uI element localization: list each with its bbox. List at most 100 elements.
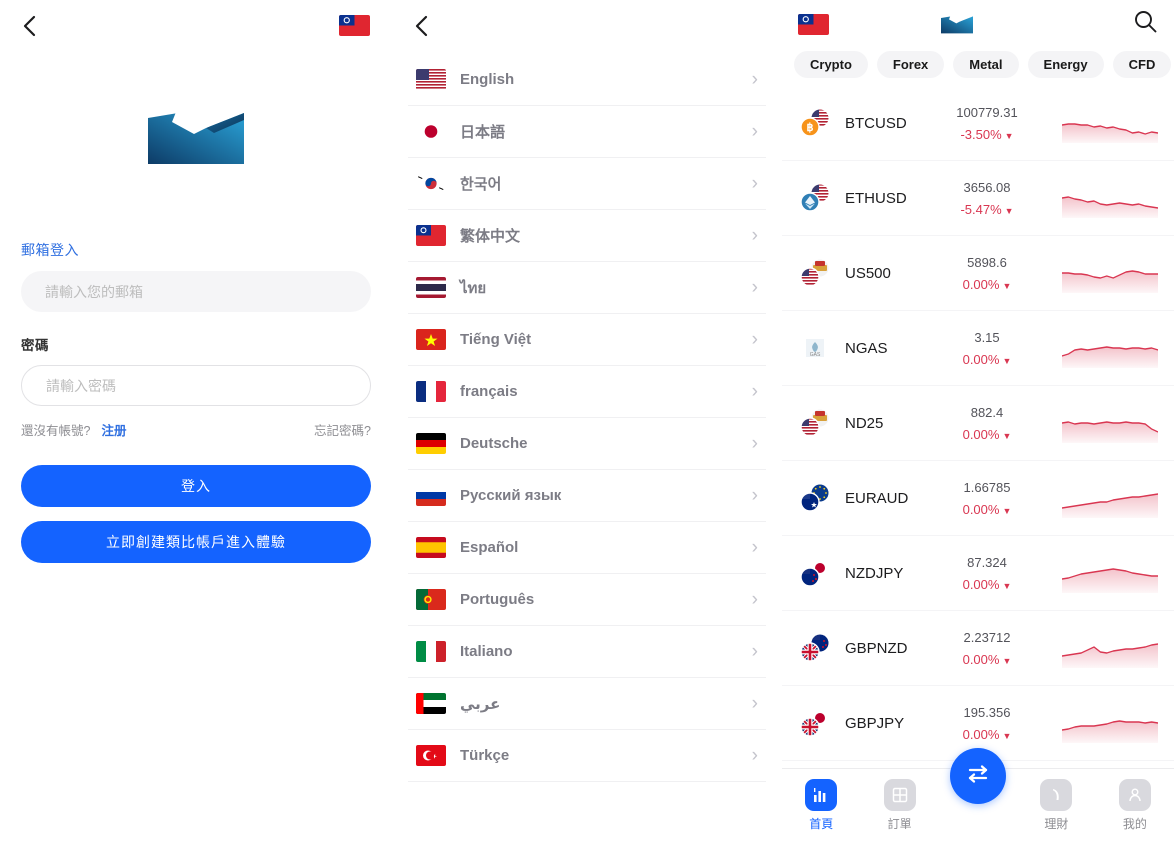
demo-account-button[interactable]: 立即創建類比帳戶進入體驗: [21, 521, 371, 563]
market-change: 0.00% ▼: [941, 352, 1033, 367]
market-quote: 882.4 0.00% ▼: [941, 405, 1033, 442]
thailand-flag-icon: [416, 277, 446, 298]
email-input[interactable]: [21, 271, 371, 312]
italy-flag-icon: [416, 641, 446, 662]
market-price: 3656.08: [963, 179, 1011, 195]
ngas-energy-icon: GAS: [798, 331, 832, 365]
market-sparkline: [1061, 328, 1159, 368]
market-tab-metal[interactable]: Metal: [953, 50, 1019, 78]
brand-logo-icon: [941, 6, 973, 42]
market-row[interactable]: NZDJPY 87.324 0.00% ▼: [782, 536, 1174, 611]
language-item[interactable]: 한국어 ›: [408, 158, 766, 210]
market-row[interactable]: GBPNZD 2.23712 0.00% ▼: [782, 611, 1174, 686]
language-item[interactable]: English ›: [408, 54, 766, 106]
chevron-right-icon: ›: [751, 433, 758, 454]
language-item-label: Türkçe: [460, 747, 510, 764]
market-row[interactable]: ND25 882.4 0.00% ▼: [782, 386, 1174, 461]
market-tab-cfd[interactable]: CFD: [1112, 50, 1172, 78]
nav-item-1[interactable]: 訂單: [860, 779, 938, 832]
nav-item-0[interactable]: 首頁: [782, 779, 860, 832]
forgot-password-link[interactable]: 忘記密碼?: [314, 420, 371, 439]
market-change: 0.00% ▼: [941, 652, 1033, 667]
nav-item-label: 訂單: [887, 817, 912, 831]
market-symbol: US500: [845, 264, 891, 282]
market-row[interactable]: US500 5898.6 0.00% ▼: [782, 236, 1174, 311]
language-item[interactable]: Italiano ›: [408, 626, 766, 678]
market-quote: 195.356 0.00% ▼: [941, 705, 1033, 742]
chevron-right-icon: ›: [751, 329, 758, 350]
ethusd-pair-icon: [798, 181, 832, 215]
taiwan-flag-icon[interactable]: [339, 15, 370, 36]
chevron-left-icon: [23, 15, 36, 37]
turkey-flag-icon: [416, 745, 446, 766]
email-label: 郵箱登入: [21, 242, 79, 258]
login-helper-row: 還沒有帳號? 注册 忘記密碼?: [21, 420, 371, 439]
password-label: 密碼: [21, 338, 49, 353]
language-item[interactable]: Português ›: [408, 574, 766, 626]
chevron-right-icon: ›: [751, 121, 758, 142]
market-row[interactable]: ฿ BTCUSD 100779.31 -3.50% ▼: [782, 86, 1174, 161]
login-button[interactable]: 登入: [21, 465, 371, 507]
language-list: English › 日本語 › 한국어 › 繁体中文 › ไทย › Tiếng Việt › fran…: [392, 54, 782, 782]
btcusd-pair-icon: ฿: [798, 106, 832, 140]
caret-down-icon: ▼: [1002, 505, 1012, 516]
chevron-right-icon: ›: [751, 693, 758, 714]
caret-down-icon: ▼: [1004, 130, 1014, 141]
taiwan-flag-icon: [416, 225, 446, 246]
language-item[interactable]: عربي ›: [408, 678, 766, 730]
language-item-label: English: [460, 71, 515, 88]
us-flag-icon: [416, 69, 446, 90]
market-row[interactable]: GAS NGAS 3.15 0.00% ▼: [782, 311, 1174, 386]
clock-icon: [1040, 779, 1073, 811]
market-symbol: GBPNZD: [845, 639, 908, 657]
market-price: 87.324: [967, 554, 1007, 570]
language-item[interactable]: français ›: [408, 366, 766, 418]
brand-logo: [0, 106, 392, 166]
language-back-button[interactable]: [406, 10, 436, 42]
market-change: 0.00% ▼: [941, 727, 1033, 742]
euraud-pair-icon: [798, 481, 832, 515]
language-item[interactable]: Русский язык ›: [408, 470, 766, 522]
market-tab-energy[interactable]: Energy: [1027, 50, 1104, 78]
nav-item-2[interactable]: 理財: [1017, 779, 1095, 832]
market-symbol: NZDJPY: [845, 564, 904, 582]
market-tab-crypto[interactable]: Crypto: [794, 50, 868, 78]
market-symbol: EURAUD: [845, 489, 909, 507]
market-row[interactable]: EURAUD 1.66785 0.00% ▼: [782, 461, 1174, 536]
nav-item-3[interactable]: 我的: [1096, 779, 1174, 832]
chart-bars-icon: [805, 779, 838, 811]
back-button[interactable]: [14, 10, 44, 42]
trade-fab-button[interactable]: [950, 748, 1006, 804]
search-icon[interactable]: [1133, 9, 1158, 39]
language-item[interactable]: ไทย ›: [408, 262, 766, 314]
language-item[interactable]: Türkçe ›: [408, 730, 766, 782]
market-topbar: [782, 0, 1174, 48]
language-item[interactable]: Tiếng Việt ›: [408, 314, 766, 366]
market-change-value: 0.00%: [962, 501, 1000, 517]
market-row[interactable]: ETHUSD 3656.08 -5.47% ▼: [782, 161, 1174, 236]
password-input[interactable]: [21, 365, 371, 406]
market-sparkline: [1061, 553, 1158, 593]
app-screen: 郵箱登入 密碼 還沒有帳號? 注册 忘記密碼? 登入 立即創建類比帳戶進入體驗 …: [0, 0, 1174, 844]
brand-logo-icon: [148, 106, 244, 166]
vietnam-flag-icon: [416, 329, 446, 350]
market-price: 3.15: [974, 329, 1000, 345]
language-item[interactable]: Deutsche ›: [408, 418, 766, 470]
register-link[interactable]: 注册: [101, 420, 126, 439]
caret-down-icon: ▼: [1002, 730, 1012, 741]
chevron-right-icon: ›: [751, 277, 758, 298]
caret-down-icon: ▼: [1002, 280, 1012, 291]
language-item-label: 日本語: [460, 124, 506, 141]
market-tab-forex[interactable]: Forex: [876, 50, 945, 78]
language-topbar: [392, 0, 782, 54]
language-item[interactable]: 日本語 ›: [408, 106, 766, 158]
language-item[interactable]: Español ›: [408, 522, 766, 574]
language-item-label: Italiano: [460, 643, 513, 660]
language-item-label: ไทย: [460, 279, 487, 297]
market-change-value: 0.00%: [962, 351, 1000, 367]
taiwan-flag-icon[interactable]: [798, 13, 829, 35]
person-icon: [1118, 779, 1151, 811]
market-quote: 87.324 0.00% ▼: [941, 555, 1033, 592]
language-item-label: عربي: [460, 695, 501, 713]
language-item[interactable]: 繁体中文 ›: [408, 210, 766, 262]
